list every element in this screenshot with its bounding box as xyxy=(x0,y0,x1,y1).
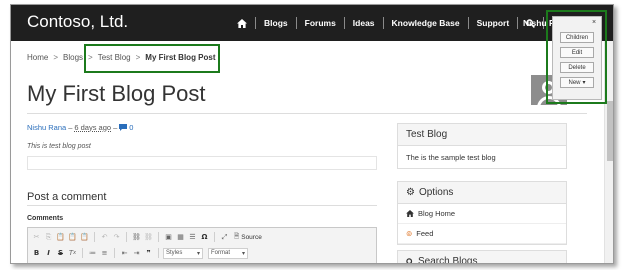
breadcrumb-separator: > xyxy=(53,53,59,62)
source-icon: 🗎 xyxy=(234,232,240,240)
indent-icon[interactable]: ⇥ xyxy=(131,248,142,259)
editor-toolbar-row-1: ✂ ⎘ 📋 📋 📋 ↶ ↷ ⛓ ⛓ ▣ ▦ ☰ Ω ⤢ 🗎 Source xyxy=(31,231,265,243)
options-panel: ⚙ Options Blog Home ⊚ Feed xyxy=(397,181,567,245)
paste-word-icon[interactable]: 📋 xyxy=(79,232,90,243)
chevron-down-icon: ▾ xyxy=(241,250,245,257)
toolbar-separator xyxy=(126,232,127,242)
children-button[interactable]: Children xyxy=(560,32,594,43)
bulleted-list-icon[interactable]: ≡ xyxy=(99,248,110,259)
options-panel-title: Options xyxy=(418,187,454,198)
toolbar-separator xyxy=(214,232,215,242)
caret-down-icon: ▾ xyxy=(582,80,586,86)
toolbar-separator xyxy=(158,232,159,242)
undo-icon[interactable]: ↶ xyxy=(99,232,110,243)
entity-action-panel: × Children Edit Delete New ▾ xyxy=(552,16,602,100)
meta-dash: – xyxy=(68,123,73,132)
toolbar-separator xyxy=(82,248,83,258)
rss-feed-icon: ⊚ xyxy=(406,229,413,238)
link-icon[interactable]: ⛓ xyxy=(131,232,142,243)
styles-dropdown[interactable]: Styles ▾ xyxy=(163,247,203,259)
breadcrumb-blogs[interactable]: Blogs xyxy=(63,53,83,62)
search-blogs-panel: Search Blogs xyxy=(397,250,567,264)
options-link-label: Blog Home xyxy=(418,209,456,218)
toolbar-separator xyxy=(114,248,115,258)
nav-item-knowledge-base[interactable]: Knowledge Base xyxy=(384,18,468,28)
options-link-label: Feed xyxy=(416,229,434,238)
source-label: Source xyxy=(241,233,262,241)
blog-panel-title: Test Blog xyxy=(398,124,566,146)
options-panel-header: ⚙ Options xyxy=(398,182,566,204)
format-label: Format xyxy=(211,250,231,256)
search-panel-title: Search Blogs xyxy=(418,256,478,264)
comment-count: 0 xyxy=(129,123,134,132)
options-link-blog-home[interactable]: Blog Home xyxy=(398,204,566,224)
nav-item-forums[interactable]: Forums xyxy=(297,18,344,28)
format-dropdown[interactable]: Format ▾ xyxy=(208,247,248,259)
nav-item-blogs[interactable]: Blogs xyxy=(256,18,296,28)
cut-icon[interactable]: ✂ xyxy=(31,232,42,243)
comment-count-link[interactable]: 0 xyxy=(119,123,133,132)
toolbar-separator xyxy=(158,248,159,258)
blog-info-panel: Test Blog The is the sample test blog xyxy=(397,123,567,169)
editor-toolbar-row-2: B I S Tx ≔ ≡ ⇤ ⇥ ❞ Styles ▾ Format ▾ xyxy=(31,247,248,259)
top-navbar: Contoso, Ltd. Blogs Forums Ideas Knowled… xyxy=(11,5,613,41)
special-char-icon[interactable]: Ω xyxy=(199,232,210,243)
home-icon[interactable] xyxy=(229,18,255,28)
title-divider xyxy=(27,113,587,114)
copy-icon[interactable]: ⎘ xyxy=(43,232,54,243)
gear-icon: ⚙ xyxy=(406,187,415,198)
meta-dash: – xyxy=(113,123,118,132)
maximize-icon[interactable]: ⤢ xyxy=(219,232,230,243)
comment-icon xyxy=(119,124,128,131)
bold-icon[interactable]: B xyxy=(31,248,42,259)
unlink-icon[interactable]: ⛓ xyxy=(143,232,154,243)
breadcrumb-highlight-box xyxy=(84,44,220,73)
paste-text-icon[interactable]: 📋 xyxy=(67,232,78,243)
post-meta: Nishu Rana – 6 days ago – 0 xyxy=(27,123,133,132)
post-summary: This is test blog post xyxy=(27,143,91,150)
table-icon[interactable]: ▦ xyxy=(175,232,186,243)
rich-text-editor[interactable]: ✂ ⎘ 📋 📋 📋 ↶ ↷ ⛓ ⛓ ▣ ▦ ☰ Ω ⤢ 🗎 Source B I… xyxy=(27,227,377,263)
options-link-feed[interactable]: ⊚ Feed xyxy=(398,224,566,244)
scrollbar-thumb[interactable] xyxy=(607,101,613,161)
search-icon xyxy=(406,257,413,263)
comments-label: Comments xyxy=(27,215,64,222)
post-date: 6 days ago xyxy=(74,123,112,132)
search-panel-header: Search Blogs xyxy=(398,251,566,264)
blockquote-icon[interactable]: ❞ xyxy=(143,248,154,259)
post-comment-divider xyxy=(27,205,377,206)
toolbar-separator xyxy=(94,232,95,242)
browser-viewport: Contoso, Ltd. Blogs Forums Ideas Knowled… xyxy=(10,4,614,264)
image-icon[interactable]: ▣ xyxy=(163,232,174,243)
edit-button[interactable]: Edit xyxy=(560,47,594,58)
styles-label: Styles xyxy=(166,250,183,256)
source-button[interactable]: 🗎 Source xyxy=(231,232,265,243)
page-title: My First Blog Post xyxy=(27,81,206,106)
post-comment-heading: Post a comment xyxy=(27,191,107,203)
paste-icon[interactable]: 📋 xyxy=(55,232,66,243)
brand-logo[interactable]: Contoso, Ltd. xyxy=(27,12,128,32)
post-content-box xyxy=(27,156,377,170)
post-author-link[interactable]: Nishu Rana xyxy=(27,123,66,132)
new-button-label: New xyxy=(568,79,581,86)
close-icon[interactable]: × xyxy=(589,18,599,27)
delete-button[interactable]: Delete xyxy=(560,62,594,73)
strikethrough-icon[interactable]: S xyxy=(55,248,66,259)
outdent-icon[interactable]: ⇤ xyxy=(119,248,130,259)
italic-icon[interactable]: I xyxy=(43,248,54,259)
numbered-list-icon[interactable]: ≔ xyxy=(87,248,98,259)
home-icon xyxy=(406,210,414,217)
blog-panel-description: The is the sample test blog xyxy=(406,152,496,162)
remove-format-icon[interactable]: Tx xyxy=(67,248,78,259)
breadcrumb-home[interactable]: Home xyxy=(27,53,48,62)
redo-icon[interactable]: ↷ xyxy=(111,232,122,243)
nav-item-support[interactable]: Support xyxy=(469,18,518,28)
main-nav: Blogs Forums Ideas Knowledge Base Suppor… xyxy=(229,5,545,41)
new-button[interactable]: New ▾ xyxy=(560,77,594,88)
horizontal-line-icon[interactable]: ☰ xyxy=(187,232,198,243)
nav-item-ideas[interactable]: Ideas xyxy=(345,18,383,28)
chevron-down-icon: ▾ xyxy=(196,250,200,257)
